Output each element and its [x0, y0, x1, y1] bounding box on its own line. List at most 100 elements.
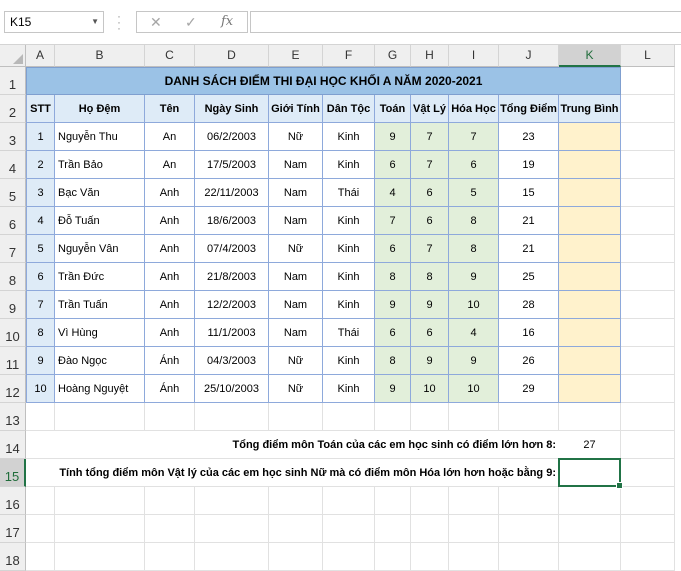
table-cell[interactable]: Kinh: [323, 123, 375, 151]
insert-function-icon[interactable]: fx: [221, 14, 233, 29]
table-cell[interactable]: 25: [499, 263, 559, 291]
cell[interactable]: [499, 515, 559, 543]
table-cell[interactable]: 21/8/2003: [195, 263, 269, 291]
cell[interactable]: [621, 95, 675, 123]
table-cell[interactable]: Kinh: [323, 235, 375, 263]
table-cell[interactable]: Kinh: [323, 291, 375, 319]
table-cell[interactable]: Kinh: [323, 151, 375, 179]
table-cell[interactable]: 6: [375, 319, 411, 347]
row-header-18[interactable]: 18: [0, 543, 26, 571]
table-cell[interactable]: Bạc Văn: [55, 179, 145, 207]
table-cell[interactable]: 2: [26, 151, 55, 179]
table-cell[interactable]: Nữ: [269, 375, 323, 403]
row-header-9[interactable]: 9: [0, 291, 26, 319]
table-cell[interactable]: Ánh: [145, 375, 195, 403]
table-cell[interactable]: Anh: [145, 235, 195, 263]
table-cell[interactable]: 6: [375, 151, 411, 179]
column-header-f[interactable]: F: [323, 45, 375, 67]
cell[interactable]: [499, 487, 559, 515]
cell[interactable]: [375, 403, 411, 431]
cell[interactable]: [375, 515, 411, 543]
cell[interactable]: [145, 543, 195, 571]
table-cell[interactable]: [559, 151, 621, 179]
cell[interactable]: [559, 543, 621, 571]
table-cell[interactable]: Nữ: [269, 235, 323, 263]
column-header-a[interactable]: A: [26, 45, 55, 67]
table-cell[interactable]: 3: [26, 179, 55, 207]
cell[interactable]: [323, 403, 375, 431]
cell[interactable]: [559, 403, 621, 431]
table-cell[interactable]: [559, 347, 621, 375]
cell[interactable]: [375, 487, 411, 515]
cell[interactable]: [621, 319, 675, 347]
column-header-e[interactable]: E: [269, 45, 323, 67]
table-cell[interactable]: Thái: [323, 319, 375, 347]
header-cell[interactable]: Trung Bình: [559, 95, 621, 123]
cell[interactable]: [621, 263, 675, 291]
table-cell[interactable]: 12/2/2003: [195, 291, 269, 319]
cell[interactable]: [559, 487, 621, 515]
table-cell[interactable]: 29: [499, 375, 559, 403]
cell[interactable]: [323, 487, 375, 515]
cell[interactable]: [559, 515, 621, 543]
cell[interactable]: [26, 487, 55, 515]
table-cell[interactable]: 8: [375, 347, 411, 375]
cell[interactable]: [145, 403, 195, 431]
cell[interactable]: [621, 543, 675, 571]
table-cell[interactable]: Trần Đức: [55, 263, 145, 291]
cell[interactable]: [195, 403, 269, 431]
cell[interactable]: [621, 207, 675, 235]
header-cell[interactable]: Tên: [145, 95, 195, 123]
cell[interactable]: [621, 67, 675, 95]
table-cell[interactable]: 19: [499, 151, 559, 179]
cell[interactable]: [621, 515, 675, 543]
table-cell[interactable]: Trần Tuấn: [55, 291, 145, 319]
column-header-i[interactable]: I: [449, 45, 499, 67]
header-cell[interactable]: Dân Tộc: [323, 95, 375, 123]
more-options-icon[interactable]: · · ·: [117, 10, 121, 34]
table-cell[interactable]: 6: [411, 207, 449, 235]
table-cell[interactable]: 8: [411, 263, 449, 291]
row-header-10[interactable]: 10: [0, 319, 26, 347]
enter-icon[interactable]: ✓: [185, 14, 197, 31]
table-cell[interactable]: Nữ: [269, 123, 323, 151]
table-cell[interactable]: 23: [499, 123, 559, 151]
table-cell[interactable]: 8: [26, 319, 55, 347]
cell[interactable]: [269, 403, 323, 431]
header-cell[interactable]: Hóa Học: [449, 95, 499, 123]
table-cell[interactable]: 10: [449, 291, 499, 319]
cell[interactable]: [55, 487, 145, 515]
select-all-button[interactable]: [0, 45, 26, 67]
table-cell[interactable]: Anh: [145, 291, 195, 319]
table-cell[interactable]: 9: [26, 347, 55, 375]
table-cell[interactable]: 10: [411, 375, 449, 403]
cell[interactable]: [55, 515, 145, 543]
question-math-answer[interactable]: 27: [559, 431, 621, 459]
table-cell[interactable]: 8: [449, 235, 499, 263]
table-cell[interactable]: 9: [449, 347, 499, 375]
table-cell[interactable]: 11/1/2003: [195, 319, 269, 347]
table-cell[interactable]: 8: [375, 263, 411, 291]
table-cell[interactable]: [559, 291, 621, 319]
table-cell[interactable]: 7: [411, 123, 449, 151]
table-cell[interactable]: 10: [26, 375, 55, 403]
table-cell[interactable]: [559, 319, 621, 347]
table-cell[interactable]: 9: [411, 291, 449, 319]
cell[interactable]: [621, 403, 675, 431]
table-cell[interactable]: 7: [26, 291, 55, 319]
table-cell[interactable]: Nam: [269, 179, 323, 207]
table-cell[interactable]: Anh: [145, 263, 195, 291]
table-cell[interactable]: [559, 123, 621, 151]
table-cell[interactable]: [559, 179, 621, 207]
table-cell[interactable]: Kinh: [323, 347, 375, 375]
column-header-l[interactable]: L: [621, 45, 675, 67]
table-cell[interactable]: 4: [26, 207, 55, 235]
row-header-4[interactable]: 4: [0, 151, 26, 179]
row-header-3[interactable]: 3: [0, 123, 26, 151]
row-header-13[interactable]: 13: [0, 403, 26, 431]
table-cell[interactable]: An: [145, 123, 195, 151]
cell[interactable]: [55, 543, 145, 571]
cell[interactable]: [621, 291, 675, 319]
table-cell[interactable]: Đào Ngọc: [55, 347, 145, 375]
chevron-down-icon[interactable]: ▼: [91, 12, 99, 32]
